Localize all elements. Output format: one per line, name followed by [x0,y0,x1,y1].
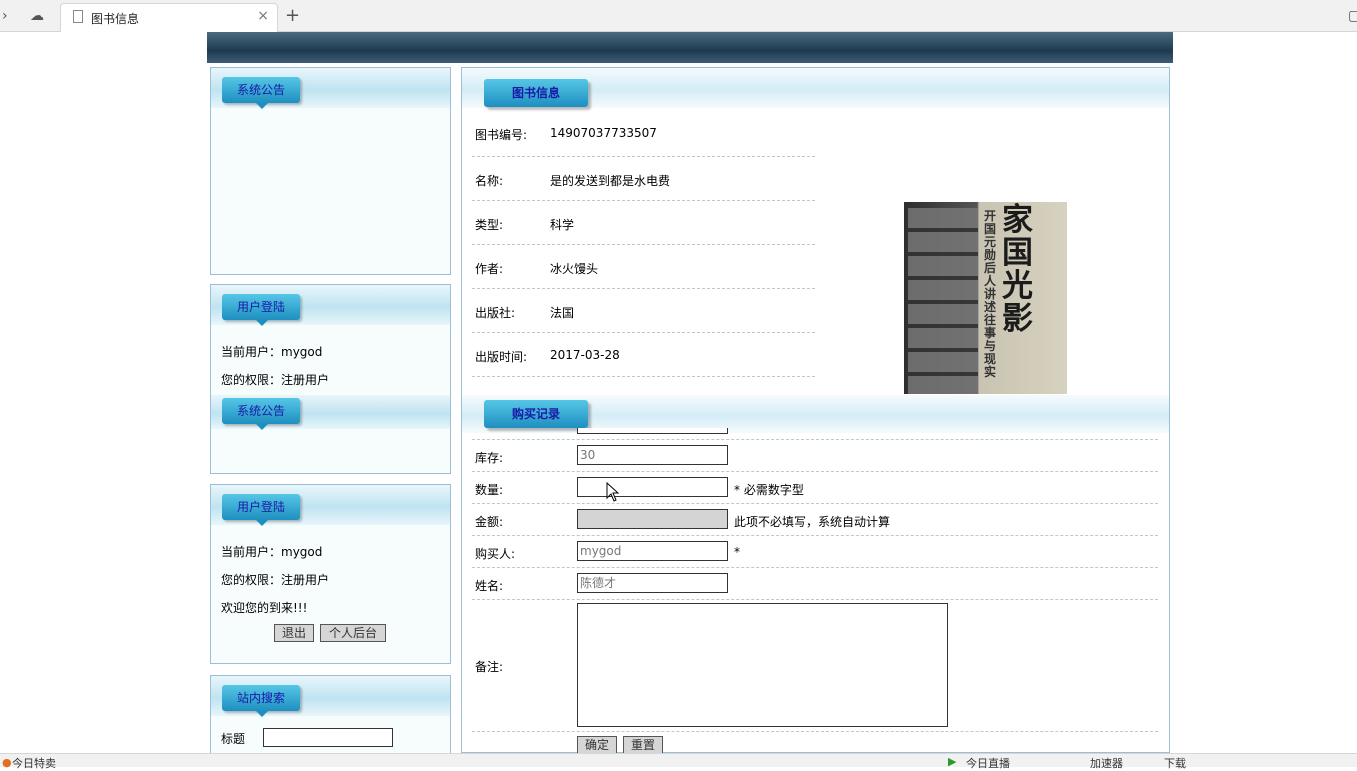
divider [472,244,815,245]
forward-icon[interactable]: › [2,0,8,32]
book-name-value: 是的发送到都是水电费 [550,174,671,188]
divider [472,599,1158,600]
book-cover-image: 开国元勋后人讲述往事与现实 家国光影 [904,202,1067,394]
divider [472,503,1158,504]
book-id-value: 14907037733507 [550,126,657,140]
book-author-value: 冰火馒头 [550,262,599,276]
book-type-label: 类型: [475,218,504,232]
divider [472,156,815,157]
quantity-label: 数量: [475,483,504,497]
status-accel[interactable]: 加速器 [1090,755,1123,771]
status-download[interactable]: 下载 [1164,755,1186,771]
user-role: 您的权限：注册用户 [221,373,330,387]
book-type-value: 科学 [550,218,575,232]
buyer-label: 购买人: [475,547,516,561]
browser-tab[interactable]: 图书信息 × [60,3,278,32]
divider [472,439,1158,440]
buyer-input[interactable]: mygod [577,541,728,561]
divider [472,567,1158,568]
cover-title: 家国光影 [1002,202,1033,337]
login-title: 用户登陆 [222,294,300,326]
remark-textarea[interactable] [577,603,948,727]
panel-header: 系统公告 [211,395,450,430]
current-user: 当前用户：mygod [221,545,323,559]
remark-label: 备注: [475,660,504,674]
window-icon[interactable]: ▢ [1348,0,1357,32]
login-panel: 用户登陆 当前用户：mygod 您的权限：注册用户 系统公告 [210,284,451,474]
page-icon [73,10,83,23]
status-left[interactable]: 今日特卖 [12,755,56,771]
site-banner [207,32,1173,63]
amount-input [577,509,728,529]
notice-title: 系统公告 [222,398,300,430]
notice-panel: 系统公告 [210,67,451,275]
name-input[interactable]: 陈德才 [577,573,728,593]
book-publisher-value: 法国 [550,306,575,320]
divider [472,731,1158,732]
book-author-label: 作者: [475,262,504,276]
user-role: 您的权限：注册用户 [221,573,330,587]
divider [472,288,815,289]
tab-title: 图书信息 [91,12,140,26]
quantity-hint: * 必需数字型 [734,483,804,497]
browser-tab-bar: › ☁ 图书信息 × + ▢ [0,0,1357,32]
divider [472,535,1158,536]
status-live[interactable]: 今日直播 [966,755,1010,771]
main-panel: 图书信息 图书编号: 14907037733507 名称: 是的发送到都是水电费… [461,67,1170,754]
divider [472,376,815,377]
logout-button[interactable]: 退出 [274,624,314,642]
new-tab-icon[interactable]: + [285,5,300,26]
purchase-section-title: 购买记录 [484,400,588,428]
panel-header: 用户登陆 [211,485,450,526]
submit-button[interactable]: 确定 [577,736,617,754]
book-id-label: 图书编号: [475,128,528,142]
cover-photos [908,208,978,394]
panel-header: 系统公告 [211,68,450,109]
search-input[interactable] [263,728,393,747]
search-title: 站内搜索 [222,685,300,717]
purchase-header: 购买记录 [462,395,1169,433]
notice-title: 系统公告 [222,77,300,109]
book-name-label: 名称: [475,174,504,188]
reset-button[interactable]: 重置 [623,736,663,754]
amount-hint: 此项不必填写，系统自动计算 [734,515,891,529]
stock-input[interactable]: 30 [577,445,728,465]
live-icon: ▶ [948,755,957,768]
panel-header: 用户登陆 [211,285,450,326]
publish-date-value: 2017-03-28 [550,348,620,362]
amount-label: 金额: [475,515,504,529]
book-header: 图书信息 [462,68,1169,108]
name-label: 姓名: [475,579,504,593]
cover-subtitle: 开国元勋后人讲述往事与现实 [984,209,997,379]
current-user: 当前用户：mygod [221,345,323,359]
login-panel: 用户登陆 当前用户：mygod 您的权限：注册用户 欢迎您的到来!!! 退出 个… [210,484,451,664]
cloud-icon[interactable]: ☁ [30,0,44,32]
book-publisher-label: 出版社: [475,306,516,320]
search-panel: 站内搜索 标题 [210,675,451,755]
quantity-input[interactable] [577,477,728,497]
book-section-title: 图书信息 [484,79,588,107]
close-tab-icon[interactable]: × [257,8,269,24]
backend-button[interactable]: 个人后台 [320,624,386,642]
login-title: 用户登陆 [222,494,300,526]
divider [472,200,815,201]
stock-label: 库存: [475,451,504,465]
sale-icon: ● [2,756,12,769]
hidden-input[interactable] [577,428,728,434]
publish-date-label: 出版时间: [475,350,528,364]
browser-status-bar: ● 今日特卖 ▶ 今日直播 加速器 下载 [0,753,1357,770]
search-label: 标题 [221,732,246,746]
buyer-hint: * [734,545,740,559]
panel-header: 站内搜索 [211,676,450,717]
welcome-text: 欢迎您的到来!!! [221,601,308,615]
mouse-cursor-icon [606,482,620,502]
divider [472,332,815,333]
divider [472,471,1158,472]
